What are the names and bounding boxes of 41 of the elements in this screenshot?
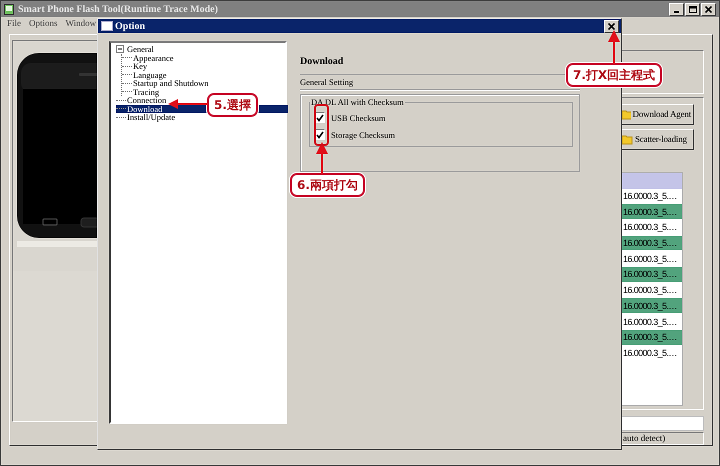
- menu-item[interactable]: Window: [66, 18, 96, 29]
- minimize-button[interactable]: [669, 2, 684, 16]
- pointer-arrow: [608, 30, 620, 64]
- tree-item[interactable]: Appearance: [132, 54, 175, 62]
- checkbox-label[interactable]: USB Checksum: [331, 112, 386, 122]
- table-cell: 16.0000.3_5.…: [620, 236, 682, 252]
- menu-item[interactable]: File: [7, 18, 22, 29]
- maximize-button[interactable]: [685, 2, 700, 16]
- tree-item[interactable]: General: [126, 45, 155, 54]
- app-icon: [4, 4, 14, 14]
- pointer-arrow: [316, 142, 328, 174]
- minimize-icon: [674, 11, 679, 13]
- tree-item[interactable]: Language: [132, 70, 168, 79]
- tree-item[interactable]: Key: [132, 62, 148, 70]
- dialog-title: Option: [115, 20, 146, 32]
- tree-item[interactable]: Tracing: [132, 88, 160, 96]
- menu-item[interactable]: Options: [29, 18, 58, 29]
- maximize-icon: [688, 6, 696, 12]
- pointer-arrow: [168, 99, 208, 109]
- tree-item[interactable]: Startup and Shutdown: [132, 79, 210, 88]
- callout-label: 6.兩項打勾: [290, 173, 365, 197]
- checkbox-label[interactable]: Storage Checksum: [331, 130, 395, 140]
- callout-label: 5.選擇: [207, 93, 258, 117]
- page-title: Download: [300, 56, 344, 68]
- tree-item[interactable]: Install/Update: [126, 113, 176, 122]
- close-icon: [608, 22, 615, 30]
- table-cell: 16.0000.3_5.…: [620, 330, 682, 346]
- expander-icon[interactable]: [116, 45, 124, 54]
- table-header: [620, 172, 682, 189]
- table-cell: 16.0000.3_5.…: [620, 298, 682, 314]
- window-icon: [101, 21, 113, 31]
- section-label: General Setting: [300, 77, 354, 87]
- window-title: Smart Phone Flash Tool(Runtime Trace Mode): [18, 4, 218, 14]
- callout-label: 7.打X回主程式: [566, 63, 662, 87]
- table-cell: 16.0000.3_5.…: [620, 267, 682, 283]
- close-icon: [705, 6, 712, 12]
- table-cell: 16.0000.3_5.…: [620, 204, 682, 220]
- close-button[interactable]: [701, 2, 716, 16]
- tree-item[interactable]: Connection: [126, 96, 168, 104]
- highlight-frame: [314, 104, 329, 146]
- close-button[interactable]: [604, 20, 619, 32]
